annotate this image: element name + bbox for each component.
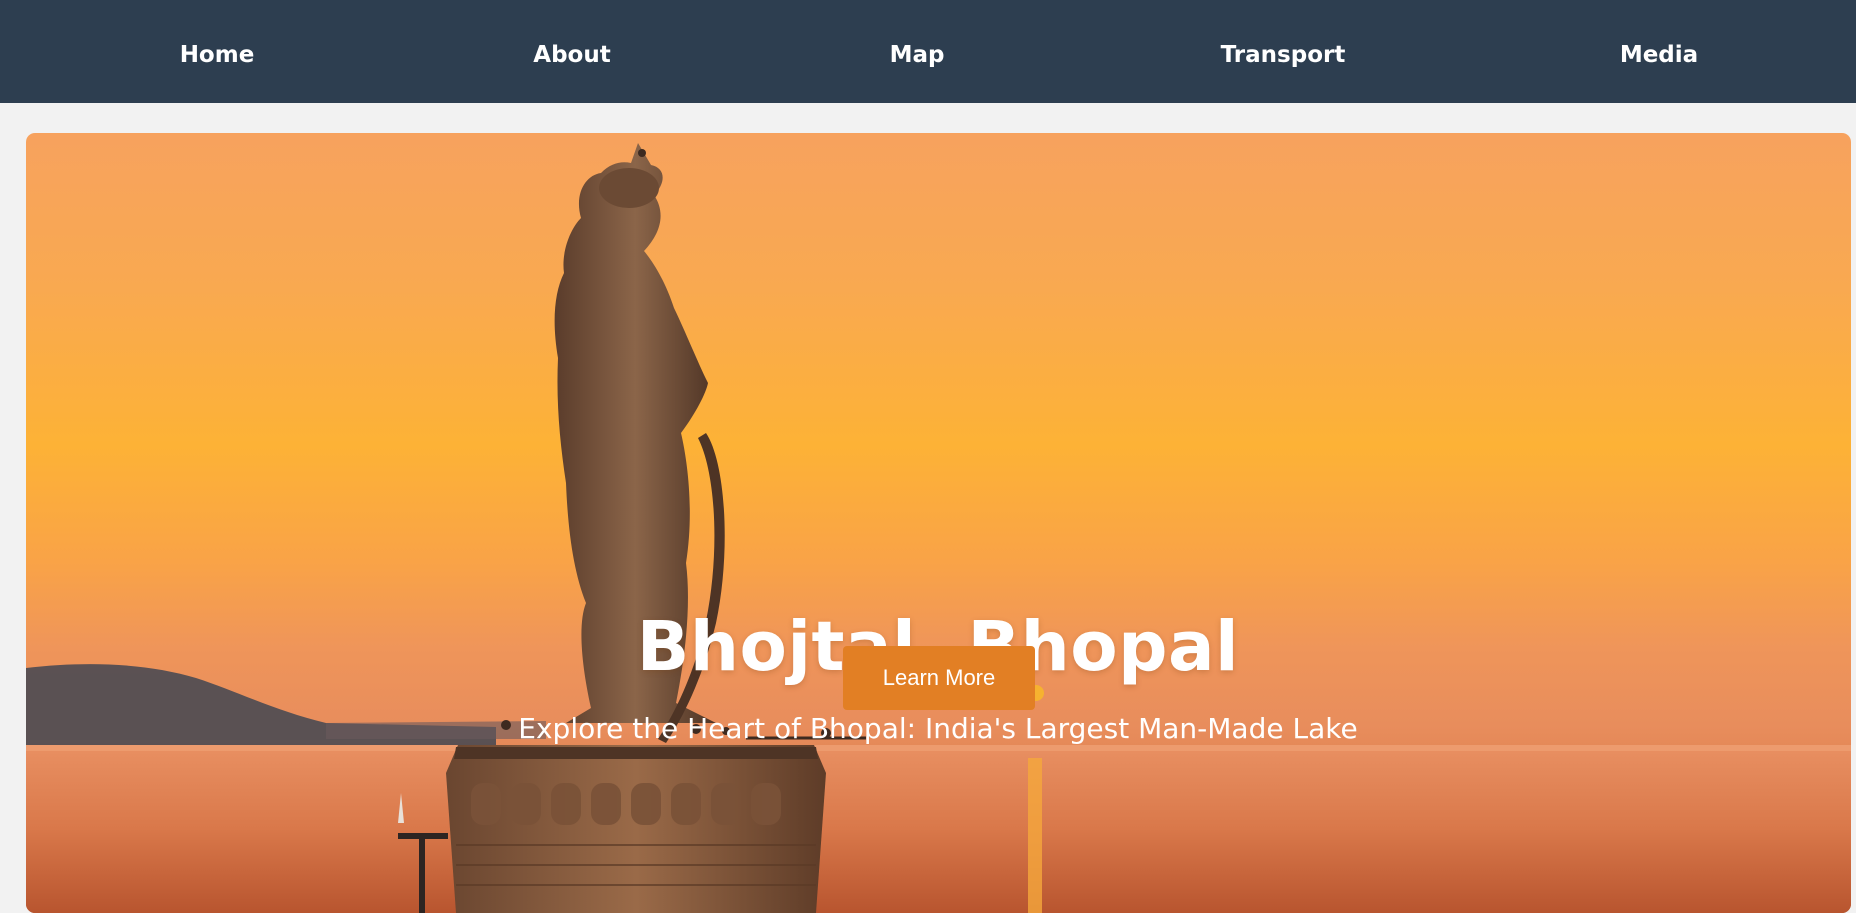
nav-media-link[interactable]: Media: [1620, 0, 1698, 103]
hero-banner: Bhojtal, Bhopal Explore the Heart of Bho…: [26, 133, 1851, 913]
learn-more-button[interactable]: Learn More: [843, 646, 1035, 710]
hero-subtitle: Explore the Heart of Bhopal: India's Lar…: [518, 712, 1358, 745]
nav-home-link[interactable]: Home: [180, 0, 255, 103]
nav-map-link[interactable]: Map: [890, 0, 945, 103]
top-navbar: Home About Map Transport Media: [0, 0, 1856, 103]
nav-about-link[interactable]: About: [533, 0, 610, 103]
nav-transport-link[interactable]: Transport: [1221, 0, 1346, 103]
hero-background-image: [26, 143, 1851, 913]
